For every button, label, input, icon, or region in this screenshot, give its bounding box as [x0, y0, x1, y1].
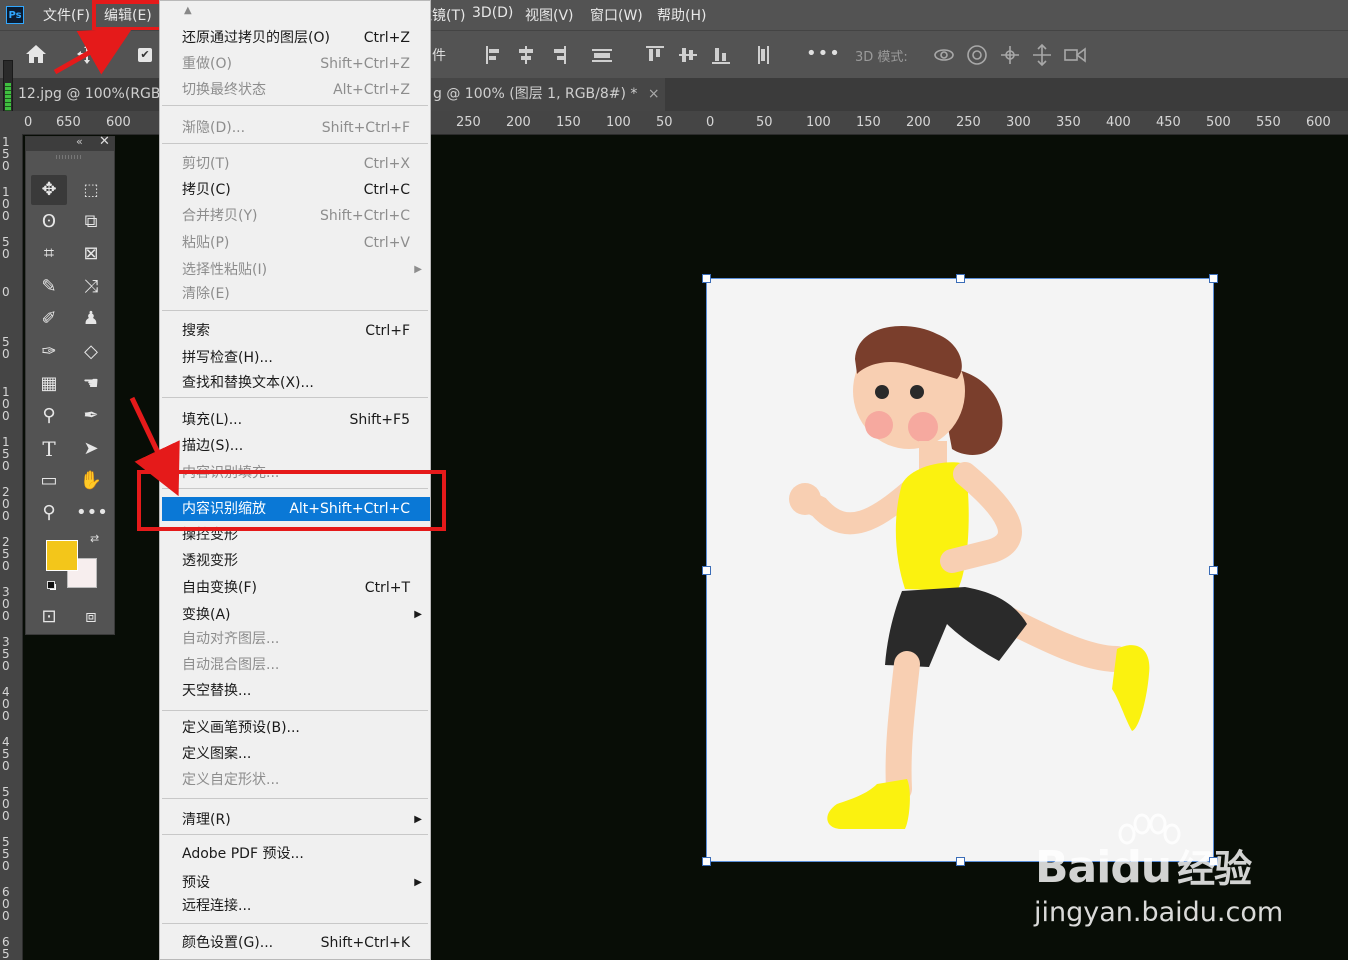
watermark-cn: 经验: [1177, 847, 1252, 891]
watermark-brand: Bai: [1035, 842, 1111, 893]
paw-icon: [1118, 813, 1181, 845]
watermark-url: jingyan.baidu.com: [1034, 897, 1284, 928]
